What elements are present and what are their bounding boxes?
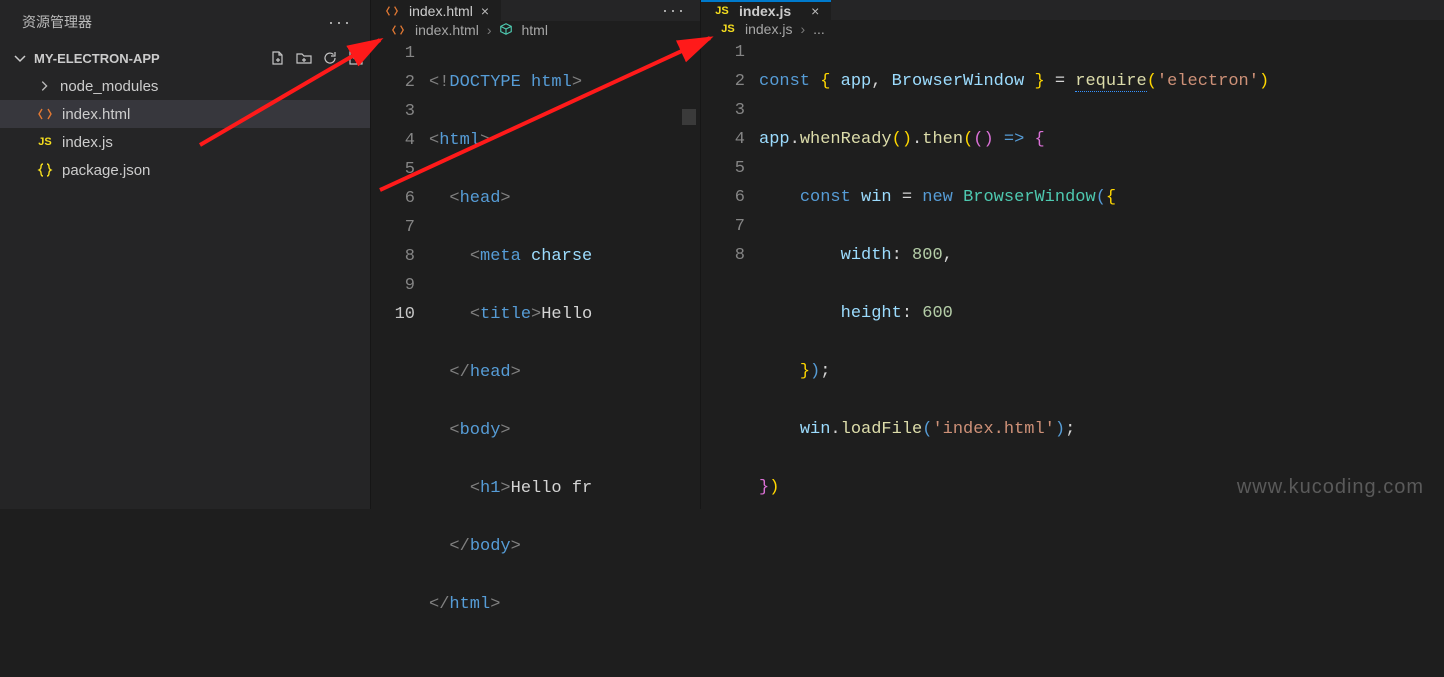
- tree-item-file[interactable]: index.html: [0, 100, 370, 128]
- watermark: www.kucoding.com: [1237, 476, 1424, 499]
- explorer-title: 资源管理器: [22, 12, 92, 32]
- code-content[interactable]: <!DOCTYPE html> <html> <head> <meta char…: [429, 39, 592, 677]
- breadcrumb[interactable]: JS index.js › ...: [701, 20, 1444, 38]
- project-root[interactable]: MY-ELECTRON-APP: [0, 44, 370, 72]
- new-file-icon[interactable]: [270, 50, 286, 66]
- editor-group-right: JS index.js × JS index.js › ... 1 2 3 4 …: [700, 0, 1444, 509]
- breadcrumb[interactable]: index.html › html: [371, 21, 700, 39]
- js-icon: JS: [719, 20, 737, 38]
- tree-item-folder[interactable]: node_modules: [0, 72, 370, 100]
- breadcrumb-rest: ...: [813, 21, 825, 37]
- tree-item-file[interactable]: package.json: [0, 156, 370, 184]
- editor-group-left: index.html × ··· index.html › html 1 2 3…: [370, 0, 700, 509]
- explorer-actions: [270, 50, 364, 66]
- html-icon: [383, 2, 401, 20]
- js-icon: JS: [36, 133, 54, 151]
- tree-label: index.html: [62, 106, 130, 123]
- chevron-right-icon: [36, 78, 52, 94]
- chevron-right-icon: ›: [487, 22, 492, 38]
- breadcrumb-file: index.js: [745, 21, 792, 37]
- breadcrumb-file: index.html: [415, 22, 479, 38]
- chevron-right-icon: ›: [800, 21, 805, 37]
- js-icon: JS: [713, 2, 731, 20]
- explorer-sidebar: 资源管理器 ··· MY-ELECTRON-APP node_modules: [0, 0, 370, 509]
- tree-item-file[interactable]: JS index.js: [0, 128, 370, 156]
- tab-bar: index.html × ···: [371, 0, 700, 21]
- tab-label: index.js: [739, 3, 791, 19]
- refresh-icon[interactable]: [322, 50, 338, 66]
- more-icon[interactable]: ···: [662, 0, 686, 21]
- code-content[interactable]: const { app, BrowserWindow } = require('…: [759, 38, 1269, 560]
- html-icon: [389, 21, 407, 39]
- more-icon[interactable]: ···: [328, 12, 352, 33]
- tree-label: index.js: [62, 134, 113, 151]
- tab-index-html[interactable]: index.html ×: [371, 0, 501, 21]
- chevron-down-icon: [12, 50, 28, 66]
- html-icon: [36, 105, 54, 123]
- tab-label: index.html: [409, 3, 473, 19]
- json-icon: [36, 161, 54, 179]
- collapse-icon[interactable]: [348, 50, 364, 66]
- new-folder-icon[interactable]: [296, 50, 312, 66]
- project-name: MY-ELECTRON-APP: [34, 51, 160, 66]
- minimap[interactable]: [682, 109, 696, 125]
- tree-label: package.json: [62, 162, 150, 179]
- line-gutter: 1 2 3 4 5 6 7 8 9 10: [371, 39, 429, 677]
- tab-bar: JS index.js ×: [701, 0, 1444, 20]
- breadcrumb-symbol: html: [521, 22, 547, 38]
- cube-icon: [499, 22, 513, 39]
- close-icon[interactable]: ×: [811, 3, 819, 19]
- line-gutter: 1 2 3 4 5 6 7 8: [701, 38, 759, 560]
- tree-label: node_modules: [60, 78, 158, 95]
- tab-index-js[interactable]: JS index.js ×: [701, 0, 831, 20]
- close-icon[interactable]: ×: [481, 3, 489, 19]
